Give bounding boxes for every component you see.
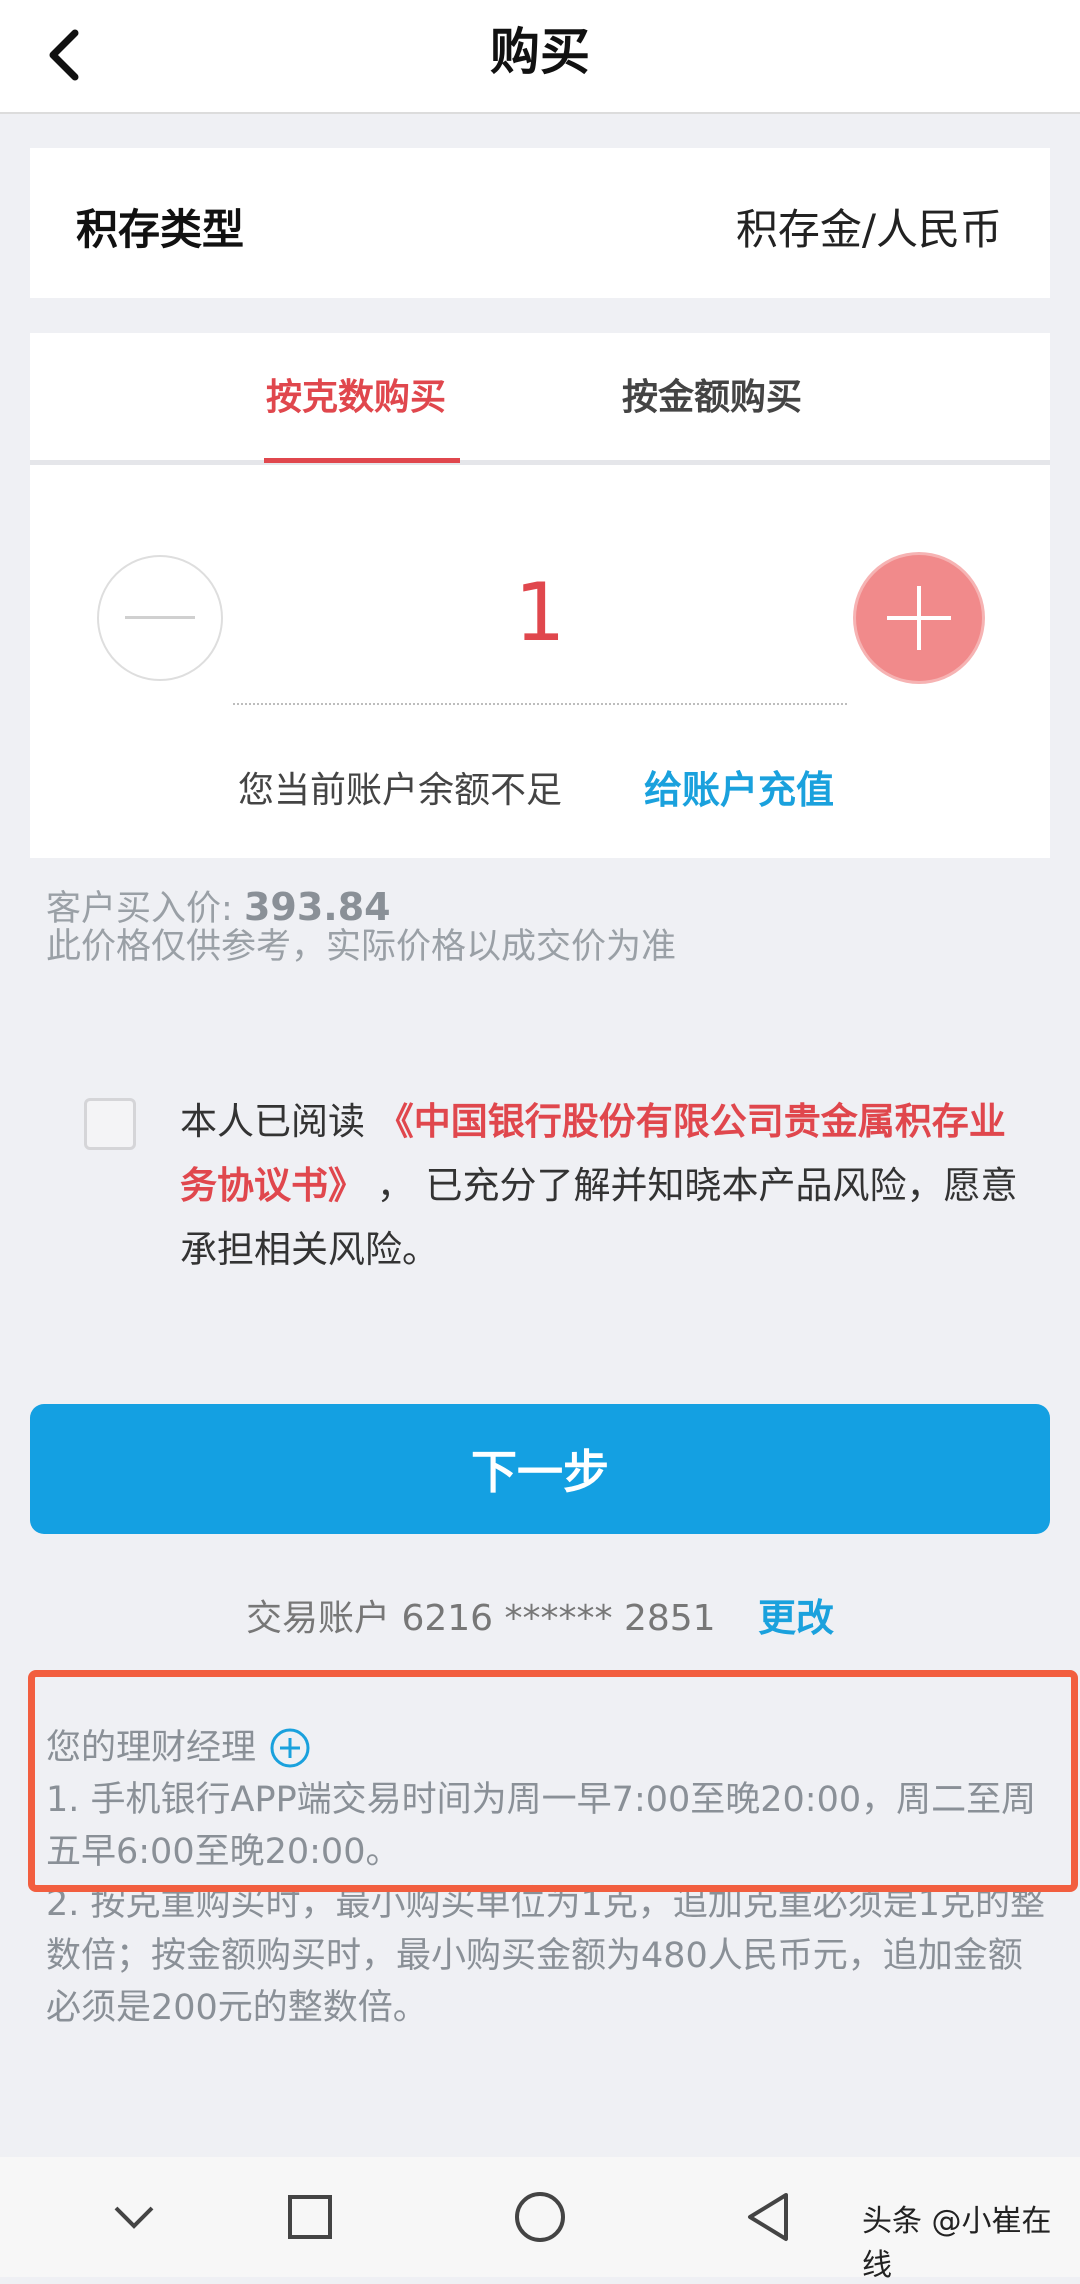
- nav-back-button[interactable]: [738, 2187, 798, 2247]
- watermark-text: 头条 @小崔在线: [862, 2204, 1052, 2283]
- type-card: 积存类型 积存金/人民币: [30, 148, 1050, 298]
- note-item: 2. 按克重购买时，最小购买单位为1克，追加克重必须是1克的整数倍；按金额购买时…: [46, 1884, 1046, 2028]
- nav-collapse-button[interactable]: [104, 2187, 164, 2247]
- trading-account: 交易账户 6216 ****** 2851: [246, 1598, 716, 1639]
- triangle-back-icon: [748, 2193, 788, 2241]
- nav-home-button[interactable]: [510, 2187, 570, 2247]
- nav-recent-button[interactable]: [280, 2187, 340, 2247]
- buy-price-value: 393.84: [243, 885, 391, 929]
- agreement-checkbox[interactable]: [84, 1098, 136, 1150]
- type-value: 积存金/人民币: [735, 205, 1002, 254]
- system-nav-bar: 头条 @小崔在线: [0, 2157, 1080, 2283]
- buy-price-label: 客户买入价:: [46, 889, 233, 929]
- buy-price: 客户买入价: 393.84: [46, 886, 391, 930]
- agreement-prefix: 本人已阅读: [180, 1100, 365, 1143]
- quantity-value[interactable]: 1: [233, 568, 847, 658]
- minus-icon: [125, 616, 195, 619]
- increase-button[interactable]: [856, 555, 982, 681]
- square-icon: [288, 2195, 332, 2239]
- app-header: 购买: [0, 0, 1080, 114]
- insufficient-balance-text: 您当前账户余额不足: [238, 770, 563, 811]
- tab-buy-by-grams[interactable]: 按克数购买: [266, 373, 446, 423]
- tab-bar: 按克数购买 按金额购买: [30, 333, 1050, 465]
- tab-buy-by-amount[interactable]: 按金额购买: [622, 373, 802, 423]
- next-step-button[interactable]: 下一步: [30, 1404, 1050, 1534]
- tab-active-indicator: [264, 458, 460, 463]
- decrease-button[interactable]: [97, 555, 223, 681]
- chevron-down-icon: [114, 2206, 154, 2229]
- highlight-annotation: [28, 1670, 1078, 1892]
- topup-link[interactable]: 给账户充值: [644, 759, 834, 814]
- agreement-text: 本人已阅读 《中国银行股份有限公司贵金属积存业务协议书》 ， 已充分了解并知晓本…: [180, 1090, 1040, 1282]
- circle-icon: [515, 2192, 565, 2242]
- page-title: 购买: [490, 23, 590, 81]
- change-account-link[interactable]: 更改: [758, 1587, 834, 1642]
- buy-card: 按克数购买 按金额购买 1 您当前账户余额不足 给账户充值: [30, 333, 1050, 858]
- plus-icon: [887, 586, 951, 650]
- type-label: 积存类型: [76, 205, 245, 254]
- quantity-underline: [233, 703, 847, 705]
- price-note: 此价格仅供参考，实际价格以成交价为准: [46, 927, 677, 967]
